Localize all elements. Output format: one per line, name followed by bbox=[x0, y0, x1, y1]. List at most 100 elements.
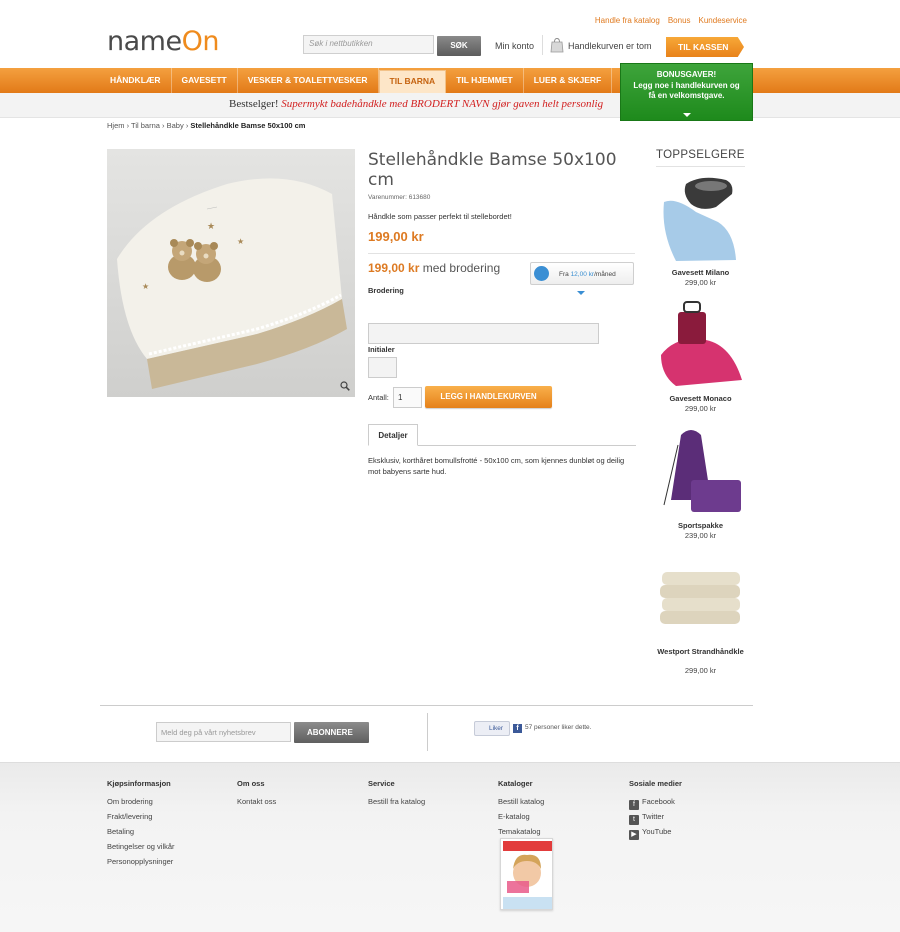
footer-link[interactable]: Om brodering bbox=[107, 794, 175, 809]
footer-column-service: Service Bestill fra katalog bbox=[368, 779, 425, 809]
nav-item-hats-scarves[interactable]: LUER & SKJERF bbox=[524, 68, 613, 93]
add-to-cart-button[interactable]: LEGG I HANDLEKURVEN bbox=[425, 386, 552, 408]
nav-item-bags[interactable]: VESKER & TOALETTVESKER bbox=[238, 68, 379, 93]
svg-text:★: ★ bbox=[142, 282, 149, 291]
footer-link[interactable]: Personopplysninger bbox=[107, 854, 175, 869]
breadcrumb-baby[interactable]: Baby bbox=[167, 121, 184, 130]
top-seller-name[interactable]: Gavesett Monaco bbox=[656, 394, 745, 403]
initials-label: Initialer bbox=[368, 345, 395, 354]
search-button[interactable]: SØK bbox=[437, 36, 481, 56]
footer-link[interactable]: Kontakt oss bbox=[237, 794, 276, 809]
cart-bag-icon bbox=[550, 38, 564, 53]
bonus-line-2: få en velkomstgave. bbox=[648, 91, 725, 100]
footer-link[interactable]: Temakatalog bbox=[498, 824, 544, 839]
quantity-input[interactable]: 1 bbox=[393, 387, 422, 408]
newsletter-email-input[interactable]: Meld deg på vårt nyhetsbrev bbox=[156, 722, 291, 742]
subscribe-button[interactable]: ABONNERE bbox=[294, 722, 369, 743]
price-with-embroidery: 199,00 kr med brodering bbox=[368, 261, 500, 275]
header-divider bbox=[542, 35, 543, 55]
footer-column-title: Service bbox=[368, 779, 395, 788]
logo[interactable]: nameOn bbox=[107, 26, 219, 57]
nav-item-home[interactable]: TIL HJEMMET bbox=[446, 68, 524, 93]
nav-item-kids[interactable]: TIL BARNA bbox=[378, 70, 447, 93]
bonus-link[interactable]: Bonus bbox=[668, 16, 691, 25]
customer-service-link[interactable]: Kundeservice bbox=[699, 16, 747, 25]
footer-link-twitter[interactable]: t Twitter bbox=[629, 809, 682, 825]
top-seller-price: 239,00 kr bbox=[684, 531, 717, 540]
logo-on: On bbox=[181, 26, 220, 57]
search-input[interactable]: Søk i nettbutikken bbox=[303, 35, 434, 54]
footer-link[interactable]: Frakt/levering bbox=[107, 809, 175, 824]
breadcrumb-home[interactable]: Hjem bbox=[107, 121, 125, 130]
product-short-description: Håndkle som passer perfekt til stellebor… bbox=[368, 212, 512, 221]
price-divider bbox=[368, 253, 635, 254]
towel-image: ★ ★ ★ bbox=[107, 149, 355, 397]
my-account-link[interactable]: Min konto bbox=[495, 41, 534, 51]
embroidery-price: 199,00 kr bbox=[368, 261, 420, 275]
tab-details[interactable]: Detaljer bbox=[368, 424, 418, 446]
social-label: YouTube bbox=[642, 827, 672, 836]
footer-column-title: Kataloger bbox=[498, 779, 533, 788]
embroidery-input[interactable] bbox=[368, 323, 599, 344]
top-seller-image-milano[interactable] bbox=[656, 172, 745, 261]
top-seller-price: 299,00 kr bbox=[684, 278, 717, 287]
product-title: Stellehåndkle Bamse 50x100 cm bbox=[368, 150, 617, 190]
breadcrumb-current: Stellehåndkle Bamse 50x100 cm bbox=[190, 121, 306, 130]
checkout-button[interactable]: TIL KASSEN bbox=[666, 37, 744, 57]
installment-logo-icon bbox=[534, 266, 549, 281]
social-label: Facebook bbox=[642, 797, 675, 806]
cart-status-link[interactable]: Handlekurven er tom bbox=[568, 41, 652, 51]
facebook-like-button[interactable]: Liker bbox=[474, 721, 510, 736]
svg-text:★: ★ bbox=[237, 237, 244, 246]
top-seller-image-monaco[interactable] bbox=[656, 300, 745, 389]
breadcrumb-kids[interactable]: Til barna bbox=[131, 121, 160, 130]
chevron-down-icon[interactable] bbox=[577, 291, 585, 295]
footer-column-catalogs: Kataloger Bestill katalog E-katalog Tema… bbox=[498, 779, 544, 839]
footer-column-social: Sosiale medier f Facebook t Twitter ▶ YouTu… bbox=[629, 779, 682, 840]
nav-item-gift-sets[interactable]: GAVESETT bbox=[172, 68, 238, 93]
product-long-description: Eksklusiv, korthåret bomullsfrotté - 50x… bbox=[368, 456, 625, 476]
promo-text[interactable]: Bestselger! Supermykt badehåndkle med BR… bbox=[229, 98, 620, 110]
top-seller-image-sports[interactable] bbox=[656, 425, 745, 514]
embroidery-suffix: med brodering bbox=[422, 261, 501, 275]
logo-name: name bbox=[107, 26, 182, 57]
product-price: 199,00 kr bbox=[368, 229, 424, 244]
facebook-icon: f bbox=[513, 724, 522, 733]
newsletter-divider bbox=[100, 705, 753, 706]
bonus-line-1: Legg noe i handlekurven og bbox=[633, 80, 740, 90]
top-seller-name[interactable]: Gavesett Milano bbox=[656, 268, 745, 277]
zoom-icon[interactable] bbox=[340, 381, 350, 391]
top-seller-image-westport[interactable] bbox=[656, 552, 745, 641]
installment-prefix: Fra bbox=[559, 271, 569, 278]
quantity-label: Antall: bbox=[368, 393, 389, 402]
footer-link[interactable]: Betingelser og vilkår bbox=[107, 839, 175, 854]
footer-link[interactable]: Betaling bbox=[107, 824, 175, 839]
embroidery-label: Brodering bbox=[368, 286, 404, 295]
initials-input[interactable] bbox=[368, 357, 397, 378]
installment-amount: 12,00 kr bbox=[570, 271, 595, 278]
promo-lead: Bestselger! bbox=[229, 98, 279, 110]
footer-link-facebook[interactable]: f Facebook bbox=[629, 794, 682, 810]
chevron-down-icon bbox=[683, 113, 691, 117]
top-sellers-divider bbox=[656, 166, 745, 167]
social-label: Twitter bbox=[642, 812, 665, 821]
product-sku: Varenummer: 613680 bbox=[368, 194, 431, 201]
footer-column-purchase-info: Kjøpsinformasjon Om brodering Frakt/leve… bbox=[107, 779, 175, 869]
catalog-order-link[interactable]: Handle fra katalog bbox=[595, 16, 660, 25]
nav-item-towels[interactable]: HÅNDKLÆR bbox=[100, 68, 172, 93]
footer-link[interactable]: Bestill katalog bbox=[498, 794, 544, 809]
top-links: Handle fra katalog Bonus Kundeservice bbox=[595, 16, 747, 25]
footer-link-youtube[interactable]: ▶ YouTube bbox=[629, 824, 682, 840]
main-nav: HÅNDKLÆR GAVESETT VESKER & TOALETTVESKER… bbox=[100, 68, 613, 93]
installment-suffix: /måned bbox=[594, 271, 616, 278]
top-seller-name[interactable]: Westport Strandhåndkle bbox=[656, 647, 745, 656]
product-image[interactable]: ★ ★ ★ bbox=[107, 149, 355, 397]
top-sellers-title: TOPPSELGERE bbox=[656, 149, 745, 161]
newsletter-separator bbox=[427, 713, 428, 751]
footer-link[interactable]: Bestill fra katalog bbox=[368, 794, 425, 809]
footer-link[interactable]: E-katalog bbox=[498, 809, 544, 824]
catalog-cover-image[interactable] bbox=[500, 838, 553, 910]
bonus-gift-banner[interactable]: BONUSGAVER! Legg noe i handlekurven og f… bbox=[620, 63, 753, 121]
footer-column-about: Om oss Kontakt oss bbox=[237, 779, 276, 809]
top-seller-name[interactable]: Sportspakke bbox=[656, 521, 745, 530]
